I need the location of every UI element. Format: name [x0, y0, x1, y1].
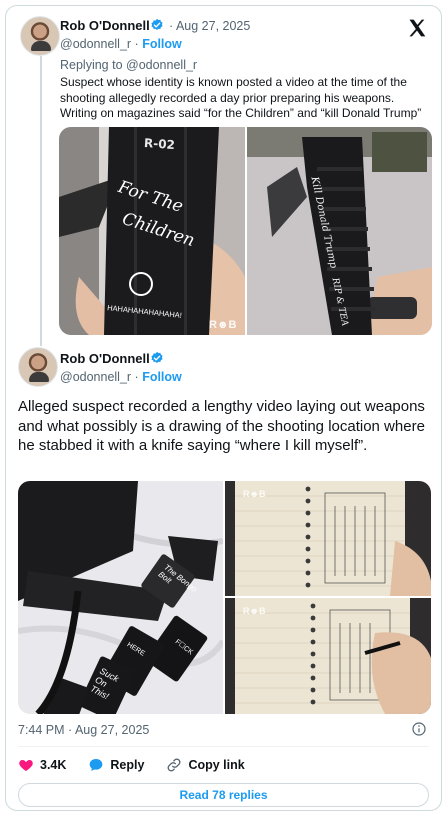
divider [18, 746, 429, 747]
avatar[interactable] [20, 16, 60, 56]
author-handle[interactable]: @odonnell_r [60, 37, 131, 51]
author-handle[interactable]: @odonnell_r [60, 370, 131, 384]
media-image-notebook-1[interactable]: R☻B [225, 481, 431, 596]
watermark: R☻B [243, 606, 266, 616]
embedded-tweet-card: Rob O'Donnell · Aug 27, 2025 @odonnell_r… [5, 5, 442, 811]
like-button[interactable]: 3.4K [18, 757, 66, 773]
verified-badge-icon [151, 351, 163, 363]
watermark: R☻B [209, 319, 237, 331]
media-image-rail-kill[interactable]: Kill Donald Trump RIP & TEA [246, 127, 432, 335]
heart-icon [19, 760, 33, 771]
smiley-drawing [129, 272, 153, 296]
replying-to-handle[interactable]: @odonnell_r [126, 58, 197, 72]
link-icon [167, 758, 181, 772]
media-image-magazine-children[interactable]: R-02 For The Children HAHAHAHAHAHAHA! R☻… [59, 127, 245, 335]
reply-button[interactable]: Reply [88, 757, 144, 773]
main-media-grid[interactable]: The Bongo Bolt F☐CK Suck On This! HERE R… [18, 481, 431, 714]
watermark: R☻B [243, 489, 266, 499]
thread-connector-line [40, 56, 42, 346]
x-logo-icon[interactable] [407, 18, 427, 38]
read-replies-button[interactable]: Read 78 replies [18, 783, 429, 807]
meta-separator: · [131, 370, 143, 384]
parent-tweet-text: Suspect whose identity is known posted a… [60, 75, 422, 120]
meta-separator: · [131, 37, 143, 51]
post-timestamp[interactable]: 7:44 PM · Aug 27, 2025 [18, 723, 149, 737]
post-date[interactable]: · Aug 27, 2025 [169, 19, 250, 33]
verified-badge-icon [151, 18, 163, 30]
avatar[interactable] [18, 347, 58, 387]
action-bar: 3.4K Reply Copy link [18, 755, 245, 775]
media-image-weapons[interactable]: The Bongo Bolt F☐CK Suck On This! HERE [18, 481, 223, 714]
author-handle-row: @odonnell_r · Follow [60, 370, 182, 384]
follow-link[interactable]: Follow [142, 37, 182, 51]
replying-to-prefix: Replying to [60, 58, 127, 72]
reply-label: Reply [110, 758, 145, 772]
media-image-notebook-2[interactable]: R☻B [225, 598, 431, 714]
info-icon[interactable] [411, 721, 427, 737]
main-tweet-text: Alleged suspect recorded a lengthy video… [18, 398, 425, 454]
copy-link-button[interactable]: Copy link [166, 757, 245, 773]
author-handle-row: @odonnell_r · Follow [60, 37, 182, 51]
author-name[interactable]: Rob O'Donnell [60, 351, 150, 366]
magazine-label: R-02 [143, 135, 176, 153]
copy-link-label: Copy link [188, 758, 245, 772]
follow-link[interactable]: Follow [142, 370, 182, 384]
reply-bubble-icon [90, 759, 103, 771]
parent-media-grid[interactable]: R-02 For The Children HAHAHAHAHAHAHA! R☻… [59, 127, 432, 335]
like-count: 3.4K [40, 758, 67, 772]
replying-to: Replying to @odonnell_r [60, 58, 197, 72]
author-name[interactable]: Rob O'Donnell [60, 18, 150, 33]
